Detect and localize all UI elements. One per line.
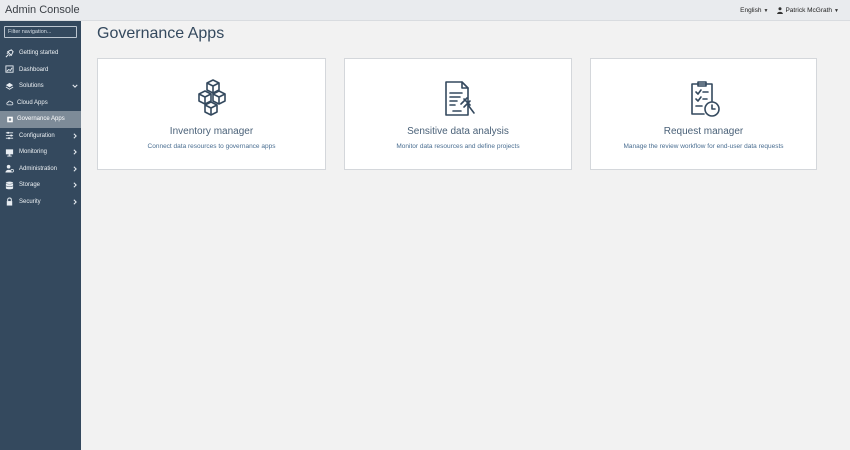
card-description: Monitor data resources and define projec… — [396, 143, 520, 150]
sidebar-item-label: Storage — [19, 182, 41, 189]
user-icon — [777, 7, 784, 14]
filter-navigation-input[interactable] — [4, 26, 77, 38]
sidebar-item-cloud-apps[interactable]: Cloud Apps — [0, 95, 81, 112]
sidebar-item-label: Cloud Apps — [17, 99, 48, 106]
user-name: Patrick McGrath — [785, 7, 833, 14]
sidebar-item-monitoring[interactable]: Monitoring — [0, 144, 81, 161]
sidebar-item-label: Governance Apps — [17, 116, 65, 123]
document-gavel-icon — [445, 81, 475, 116]
chevron-right-icon — [73, 165, 77, 172]
layers-icon — [4, 81, 14, 91]
sidebar-item-configuration[interactable]: Configuration — [0, 128, 81, 145]
top-bar: Admin Console English ▼ Patrick McGrath … — [0, 0, 850, 21]
sidebar-item-label: Solutions — [19, 83, 44, 90]
sidebar-item-label: Configuration — [19, 132, 55, 139]
caret-down-icon: ▼ — [834, 7, 839, 14]
sidebar-item-administration[interactable]: Administration — [0, 161, 81, 178]
database-icon — [4, 180, 14, 190]
user-gear-icon — [4, 164, 14, 174]
sidebar-item-solutions[interactable]: Solutions — [0, 78, 81, 95]
chevron-right-icon — [73, 149, 77, 155]
monitor-icon — [4, 147, 14, 157]
card-sensitive-data-analysis[interactable]: Sensitive data analysis Monitor data res… — [344, 58, 572, 170]
sidebar-item-governance-apps[interactable]: Governance Apps — [0, 111, 81, 128]
sidebar-item-label: Administration — [19, 165, 58, 172]
chevron-right-icon — [73, 182, 77, 188]
sidebar-item-getting-started[interactable]: Getting started — [0, 45, 81, 62]
card-inventory-manager[interactable]: Inventory manager Connect data resources… — [97, 58, 326, 170]
card-title: Inventory manager — [169, 126, 254, 137]
top-right-menu: English ▼ Patrick McGrath ▼ — [740, 7, 839, 14]
sidebar-item-label: Monitoring — [19, 149, 48, 156]
card-description: Connect data resources to governance app… — [147, 143, 276, 150]
card-title: Sensitive data analysis — [407, 126, 509, 137]
sidebar-item-label: Getting started — [19, 50, 59, 57]
chevron-right-icon — [73, 198, 77, 205]
app-title: Admin Console — [5, 4, 80, 16]
page-title: Governance Apps — [97, 25, 225, 42]
card-title: Request manager — [663, 126, 744, 137]
dashboard-icon — [4, 65, 14, 75]
user-menu[interactable]: Patrick McGrath ▼ — [777, 7, 839, 14]
lock-icon — [4, 197, 14, 207]
language-dropdown[interactable]: English ▼ — [740, 7, 768, 14]
sidebar-item-label: Security — [19, 198, 41, 205]
chevron-right-icon — [73, 132, 77, 139]
sidebar-nav: Getting started Dashboard Solutions Clou… — [0, 45, 81, 210]
chevron-down-icon — [72, 84, 78, 88]
cloud-icon — [6, 98, 14, 108]
clipboard-clock-icon — [690, 81, 720, 117]
card-request-manager[interactable]: Request manager Manage the review workfl… — [590, 58, 817, 170]
sidebar-item-label: Dashboard — [19, 66, 49, 73]
sidebar: Getting started Dashboard Solutions Clou… — [0, 21, 81, 450]
sidebar-item-storage[interactable]: Storage — [0, 177, 81, 194]
language-label: English — [740, 7, 762, 14]
sidebar-item-dashboard[interactable]: Dashboard — [0, 62, 81, 79]
sidebar-item-security[interactable]: Security — [0, 194, 81, 211]
card-description: Manage the review workflow for end-user … — [623, 143, 784, 150]
sliders-icon — [4, 131, 14, 141]
governance-icon — [6, 114, 14, 124]
cubes-icon — [197, 79, 226, 116]
caret-down-icon: ▼ — [763, 7, 769, 14]
rocket-icon — [4, 48, 14, 58]
main-content: Governance Apps Inventory manager Connec… — [81, 21, 850, 450]
